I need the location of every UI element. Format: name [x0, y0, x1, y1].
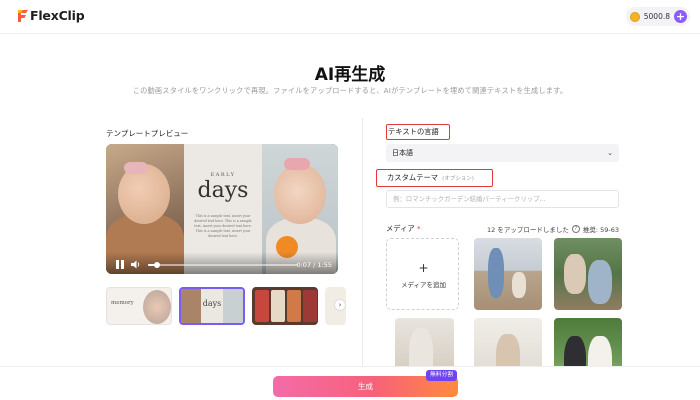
person — [588, 260, 612, 304]
thumb-portrait — [143, 290, 171, 324]
media-thumb-2[interactable] — [554, 238, 622, 310]
template-thumb-collage[interactable] — [252, 287, 318, 325]
slide-body-text: This is a sample text, insert your desir… — [194, 214, 252, 238]
coin-icon — [629, 11, 640, 22]
person — [564, 254, 586, 294]
panel-divider — [362, 118, 363, 368]
slide-big-title: days — [197, 178, 249, 203]
recommended-count: 推奨: 59-63 — [582, 226, 619, 234]
add-media-button[interactable]: + メディアを追加 — [386, 238, 459, 310]
text-language-label: テキストの言語 — [386, 124, 450, 140]
headband — [124, 162, 148, 174]
language-select-value: 日本語 — [392, 149, 413, 157]
thumbnail-next-button[interactable]: › — [334, 299, 346, 311]
custom-theme-label: カスタムテーマ (オプション) — [376, 169, 493, 187]
flexclip-logo[interactable]: FlexClip — [17, 8, 85, 23]
thumb-photo — [271, 290, 285, 322]
template-preview-label: テンプレートプレビュー — [106, 129, 189, 138]
media-label-text: メディア — [386, 224, 415, 233]
credits-value: 5000.8 — [643, 12, 670, 21]
thumb-panel-a — [181, 289, 201, 323]
thumb-memory-text: memory — [111, 300, 134, 306]
thumb-days-text: days — [201, 289, 223, 323]
template-video-player[interactable]: EARLY days This is a sample text, insert… — [106, 144, 338, 274]
page-title: AI再生成 — [314, 65, 386, 85]
flexclip-logo-icon — [18, 9, 28, 22]
top-header: FlexClip 5000.8 + — [0, 0, 700, 34]
plus-icon: + — [418, 261, 429, 275]
video-progress-bar[interactable] — [148, 262, 298, 268]
template-thumb-days-selected[interactable]: days — [179, 287, 245, 325]
chevron-down-icon: ⌄ — [607, 149, 613, 157]
pause-icon[interactable] — [116, 260, 124, 269]
thumb-panel-c — [223, 289, 243, 323]
required-marker: * — [417, 224, 421, 233]
media-label: メディア * — [386, 224, 421, 234]
thumb-photo — [303, 290, 317, 322]
add-credits-button[interactable]: + — [674, 10, 687, 23]
video-controls: 0:07 / 1:55 — [106, 252, 338, 274]
language-select[interactable]: 日本語 ⌄ — [386, 144, 619, 162]
template-thumb-memory[interactable]: memory — [106, 287, 172, 325]
progress-knob[interactable] — [154, 262, 160, 268]
uploaded-count: 12 をアップロードしました — [487, 226, 569, 234]
volume-icon[interactable] — [131, 260, 141, 269]
custom-theme-label-text: カスタムテーマ — [387, 173, 439, 182]
thumb-photo — [255, 290, 269, 322]
baby-face-2 — [274, 164, 326, 224]
video-time: 0:07 / 1:55 — [296, 261, 332, 269]
thumb-photo — [287, 290, 301, 322]
child — [512, 272, 526, 298]
page-subtitle: この動画スタイルをワンクリックで再現。ファイルをアップロードすると、AIがテンプ… — [132, 86, 568, 95]
bow — [284, 158, 310, 170]
optional-tag: (オプション) — [442, 176, 474, 182]
person — [488, 248, 504, 298]
add-media-label: メディアを追加 — [400, 281, 447, 289]
custom-theme-input[interactable]: 例：ロマンチックガーデン結婚パーティークリップ... — [386, 190, 619, 208]
logo-text: FlexClip — [30, 8, 85, 23]
credits-pill[interactable]: 5000.8 + — [625, 7, 690, 26]
template-thumbnail-strip: memory days — [106, 287, 346, 327]
ai-regenerate-page: FlexClip 5000.8 + AI再生成 この動画スタイルをワンクリックで… — [0, 0, 700, 400]
free-badge: 無料分割 — [426, 370, 458, 381]
media-upload-info: 12 をアップロードしました ? 推奨: 59-63 — [487, 224, 619, 234]
help-icon[interactable]: ? — [571, 225, 580, 233]
media-thumb-1[interactable] — [474, 238, 542, 310]
